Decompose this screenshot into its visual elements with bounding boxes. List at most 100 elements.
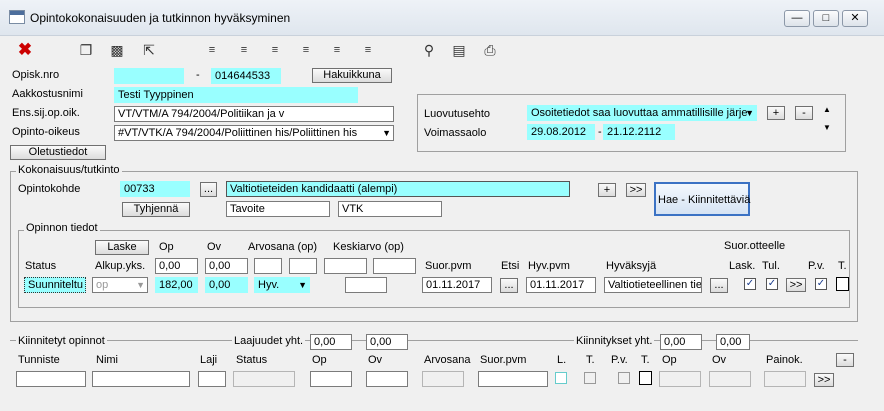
luovutusehto-dropdown[interactable]: Osoitetiedot saa luovuttaa ammatillisill… <box>527 105 757 121</box>
document-icon[interactable]: ▤ <box>450 41 468 59</box>
kiinnitetyt-forward-button[interactable]: >> <box>814 373 834 387</box>
luovutus-scrollbar[interactable]: ▲ ▼ <box>823 105 831 132</box>
prev-page-icon[interactable]: ≡ <box>266 41 284 59</box>
kiinnitetyt-status-field[interactable] <box>233 371 295 387</box>
kiinnitetyt-arvosana-label: Arvosana <box>424 354 471 366</box>
op-sum-field[interactable]: 0,00 <box>155 258 198 274</box>
kokonaisuus-add-button[interactable]: + <box>598 183 616 197</box>
t-checkbox[interactable] <box>836 277 849 291</box>
alkup-yks-label: Alkup.yks. <box>95 260 146 272</box>
keskiarvo-field[interactable] <box>345 277 387 293</box>
laji-field[interactable] <box>198 371 226 387</box>
prev-record-icon[interactable]: ≡ <box>297 41 315 59</box>
opisk-nro-prefix-field[interactable] <box>114 68 184 84</box>
tyhjenna-button[interactable]: Tyhjennä <box>122 202 190 217</box>
luovutus-remove-button[interactable]: - <box>795 106 813 120</box>
luovutus-add-button[interactable]: + <box>767 106 785 120</box>
voimassa-loppu-field[interactable]: 21.12.2112 <box>603 124 675 140</box>
save-icon[interactable]: ▩ <box>108 41 126 59</box>
hyvaksyja-field[interactable]: Valtiotieteellinen tied <box>604 277 702 293</box>
print-icon[interactable]: ⎙ <box>481 41 499 59</box>
delete-record-icon[interactable]: ≡ <box>235 41 253 59</box>
ens-sij-field[interactable]: VT/VTM/A 794/2004/Politiikan ja v <box>114 106 394 122</box>
chevron-down-icon[interactable]: ▼ <box>298 278 307 292</box>
kiinnitetyt-arvosana-field[interactable] <box>422 371 464 387</box>
hyvaksyja-label: Hyväksyjä <box>606 260 657 272</box>
kiinnitetyt-remove-button[interactable]: - <box>836 353 854 367</box>
suor-pvm-field[interactable]: 01.11.2017 <box>422 277 492 293</box>
hakuikkuna-button[interactable]: Hakuikkuna <box>312 68 392 83</box>
luovutus-group <box>417 94 846 152</box>
restore-icon[interactable]: □ <box>813 10 839 27</box>
ov-field[interactable]: 0,00 <box>205 277 248 293</box>
lask-checkbox[interactable]: ✓ <box>744 278 756 290</box>
laske-button[interactable]: Laske <box>95 240 149 255</box>
first-record-icon[interactable]: ≡ <box>203 41 221 59</box>
kokonaisuus-forward-button[interactable]: >> <box>626 183 646 197</box>
hyvaksyja-lookup-button[interactable]: ... <box>710 278 728 293</box>
opintokohde-lookup-button[interactable]: ... <box>200 182 217 197</box>
nimi-field[interactable] <box>92 371 190 387</box>
luovutusehto-label: Luovutusehto <box>424 108 491 120</box>
keskiarvo-op-field-1[interactable] <box>324 258 367 274</box>
kiinnitetyt-op2-field[interactable] <box>659 371 701 387</box>
tunniste-field[interactable] <box>16 371 86 387</box>
opisk-nro-label: Opisk.nro <box>12 69 60 81</box>
tavoite-code-field[interactable]: VTK <box>338 201 442 217</box>
opintokohde-code-field[interactable]: 00733 <box>120 181 190 197</box>
delete-x-icon[interactable]: ✖ <box>16 41 34 59</box>
kiinnitetyt-t2-checkbox[interactable] <box>639 371 652 385</box>
op-field[interactable]: 182,00 <box>155 277 198 293</box>
painok-field[interactable] <box>764 371 806 387</box>
arvosana-dropdown[interactable]: Hyv. ▼ <box>254 277 310 293</box>
next-record-icon[interactable]: ≡ <box>328 41 346 59</box>
arvosana-op-field-2[interactable] <box>289 258 317 274</box>
kiinnitetyt-ov-field[interactable] <box>366 371 408 387</box>
suor-forward-button[interactable]: >> <box>786 278 806 292</box>
oletustiedot-button[interactable]: Oletustiedot <box>10 145 106 160</box>
app-window-icon <box>9 10 25 24</box>
status-field[interactable]: Suunniteltu <box>24 277 86 293</box>
kiinnitetyt-op-field[interactable] <box>310 371 352 387</box>
chevron-down-icon[interactable]: ▼ <box>745 106 754 120</box>
opintokohde-name-field[interactable]: Valtiotieteiden kandidaatti (alempi) <box>226 181 570 197</box>
ov-label: Ov <box>207 241 222 253</box>
kiinnitetyt-t-checkbox[interactable] <box>584 372 596 384</box>
etsi-button[interactable]: ... <box>500 278 518 293</box>
keskiarvo-op-field-2[interactable] <box>373 258 416 274</box>
search-icon[interactable]: ⚲ <box>420 41 438 59</box>
voimassa-alku-field[interactable]: 29.08.2012 <box>527 124 595 140</box>
opintokohde-label: Opintokohde <box>18 183 81 195</box>
ov-sum-field[interactable]: 0,00 <box>205 258 248 274</box>
aakkostusnimi-field[interactable]: Testi Tyyppinen <box>114 87 358 103</box>
copy-icon[interactable]: ❐ <box>77 41 95 59</box>
opinto-oikeus-dropdown[interactable]: #VT/VTK/A 794/2004/Poliittinen his/Polii… <box>114 125 394 141</box>
arvosana-op-field-1[interactable] <box>254 258 282 274</box>
chevron-down-icon[interactable]: ▼ <box>136 278 145 292</box>
opinnon-tiedot-legend: Opinnon tiedot <box>24 222 100 234</box>
kiinnitykset-ov-field[interactable]: 0,00 <box>716 334 750 350</box>
kiinnitetyt-ov2-field[interactable] <box>709 371 751 387</box>
opinto-oikeus-value: #VT/VTK/A 794/2004/Poliittinen his/Polii… <box>118 127 358 139</box>
kiinnitetyt-op-label: Op <box>312 354 327 366</box>
pv-checkbox[interactable]: ✓ <box>815 278 827 290</box>
arvosana-value: Hyv. <box>258 279 280 291</box>
hyv-pvm-field[interactable]: 01.11.2017 <box>526 277 596 293</box>
alkup-yks-dropdown[interactable]: op ▼ <box>92 277 148 293</box>
tul-checkbox[interactable]: ✓ <box>766 278 778 290</box>
tavoite-field[interactable]: Tavoite <box>226 201 330 217</box>
chevron-down-icon[interactable]: ▼ <box>382 126 391 140</box>
export-icon[interactable]: ⇱ <box>140 41 158 59</box>
kiinnitetyt-suor-pvm-field[interactable] <box>478 371 548 387</box>
laajuudet-ov-field[interactable]: 0,00 <box>366 334 408 350</box>
last-record-icon[interactable]: ≡ <box>359 41 377 59</box>
t-label: T. <box>838 260 847 272</box>
hae-kiinnitettavia-button[interactable]: Hae - Kiinnitettäviä <box>654 182 750 216</box>
kiinnitetyt-pv-checkbox[interactable] <box>618 372 630 384</box>
minimize-icon[interactable]: — <box>784 10 810 27</box>
kiinnitetyt-l-checkbox[interactable] <box>555 372 567 384</box>
kiinnitykset-op-field[interactable]: 0,00 <box>660 334 702 350</box>
laajuudet-op-field[interactable]: 0,00 <box>310 334 352 350</box>
opisk-nro-field[interactable]: 014644533 <box>211 68 281 84</box>
close-icon[interactable]: ✕ <box>842 10 868 27</box>
